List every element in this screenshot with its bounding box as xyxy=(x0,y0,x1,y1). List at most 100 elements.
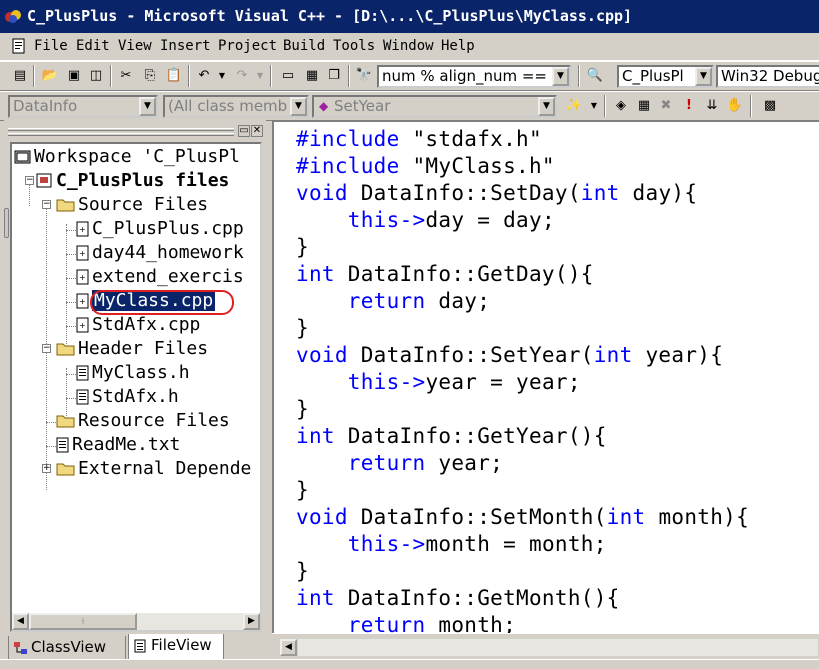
chevron-down-icon[interactable]: ▼ xyxy=(695,67,712,86)
tree-node-workspace[interactable]: Workspace 'C_PlusPl xyxy=(14,146,240,168)
menu-edit[interactable]: Edit xyxy=(76,38,110,54)
tree-node-project[interactable]: C_PlusPlus files xyxy=(36,170,229,192)
dock-grip[interactable] xyxy=(8,128,234,131)
redo-icon[interactable]: ↷ xyxy=(232,66,252,86)
compile-icon[interactable]: ◈ xyxy=(611,96,631,116)
tree-node-source-files[interactable]: Source Files xyxy=(56,194,208,216)
code-line[interactable]: void DataInfo::SetDay(int day){ xyxy=(296,180,749,207)
project-combo[interactable]: C_PlusPl ▼ xyxy=(617,65,714,88)
document-icon[interactable] xyxy=(11,38,27,55)
cut-icon[interactable]: ✂ xyxy=(116,66,136,86)
file-tree: Workspace 'C_PlusPl − C_PlusPlus files −… xyxy=(10,142,262,632)
tree-node-file[interactable]: + C_PlusPlus.cpp xyxy=(76,218,244,240)
window-list-icon[interactable]: ❐ xyxy=(324,66,344,86)
close-icon[interactable]: ✕ xyxy=(251,125,263,137)
scrollbar-thumb[interactable]: ⦙ xyxy=(29,613,137,630)
menu-project[interactable]: Project xyxy=(218,38,277,54)
undo-dropdown-icon[interactable]: ▼ xyxy=(212,66,232,86)
code-line[interactable]: } xyxy=(296,396,749,423)
code-line[interactable]: this->day = day; xyxy=(296,207,749,234)
chevron-down-icon[interactable]: ▼ xyxy=(538,97,555,116)
scroll-right-icon[interactable]: ▶ xyxy=(243,613,260,630)
expand-icon[interactable]: + xyxy=(42,464,51,473)
copy-icon[interactable]: ⎘ xyxy=(140,66,160,86)
code-line[interactable]: } xyxy=(296,477,749,504)
code-line[interactable]: void DataInfo::SetYear(int year){ xyxy=(296,342,749,369)
cpp-file-icon: + xyxy=(76,269,89,285)
wizard-dropdown-icon[interactable]: ▼ xyxy=(584,96,604,116)
chevron-down-icon[interactable]: ▼ xyxy=(139,97,156,116)
code-line[interactable]: this->month = month; xyxy=(296,531,749,558)
code-line[interactable]: #include "MyClass.h" xyxy=(296,153,749,180)
tree-node-file[interactable]: + day44_homework xyxy=(76,242,244,264)
code-line[interactable]: } xyxy=(296,315,749,342)
code-line[interactable]: return day; xyxy=(296,288,749,315)
class-combo[interactable]: DataInfo ▼ xyxy=(8,95,158,118)
code-line[interactable]: this->year = year; xyxy=(296,369,749,396)
tab-fileview[interactable]: FileView xyxy=(128,634,224,660)
tree-node-file[interactable]: + StdAfx.cpp xyxy=(76,314,200,336)
paste-icon[interactable]: 📋 xyxy=(164,66,184,86)
undo-icon[interactable]: ↶ xyxy=(194,66,214,86)
menu-tools[interactable]: Tools xyxy=(333,38,375,54)
splitter-marker[interactable] xyxy=(4,208,9,238)
tree-node-file[interactable]: MyClass.h xyxy=(76,362,190,384)
code-line[interactable]: return month; xyxy=(296,612,749,633)
config-combo[interactable]: Win32 Debug xyxy=(716,65,819,88)
code-line[interactable]: int DataInfo::GetDay(){ xyxy=(296,261,749,288)
collapse-icon[interactable]: − xyxy=(42,344,51,353)
code-editor[interactable]: #include "stdafx.h" #include "MyClass.h" v… xyxy=(272,120,819,633)
scroll-left-icon[interactable]: ◀ xyxy=(12,613,29,630)
tree-node-file[interactable]: + extend_exercis xyxy=(76,266,244,288)
menu-build[interactable]: Build xyxy=(283,38,325,54)
tree-node-resource-files[interactable]: Resource Files xyxy=(56,410,230,432)
scrollbar-track[interactable] xyxy=(298,639,818,656)
redo-dropdown-icon[interactable]: ▼ xyxy=(250,66,270,86)
collapse-icon[interactable]: − xyxy=(42,200,51,209)
menu-file[interactable]: File xyxy=(34,38,68,54)
menu-insert[interactable]: Insert xyxy=(160,38,211,54)
tree-node-external-dependencies[interactable]: External Depende xyxy=(56,458,251,480)
find-combo[interactable]: num % align_num == 0 ▼ xyxy=(377,65,571,88)
search-icon[interactable]: 🔍 xyxy=(585,66,605,86)
class-wizard-icon[interactable]: ▩ xyxy=(760,96,780,116)
build-icon[interactable]: ▦ xyxy=(634,96,654,116)
tab-classview[interactable]: ClassView xyxy=(8,636,126,660)
save-icon[interactable]: ▣ xyxy=(64,66,84,86)
collapse-icon[interactable]: − xyxy=(25,176,34,185)
tree-node-file[interactable]: StdAfx.h xyxy=(76,386,179,408)
tree-node-file[interactable]: ReadMe.txt xyxy=(56,434,180,456)
workspace-window-icon[interactable]: ▭ xyxy=(278,66,298,86)
code-line[interactable]: int DataInfo::GetYear(){ xyxy=(296,423,749,450)
go-icon[interactable]: ⇊ xyxy=(702,96,722,116)
code-text[interactable]: #include "stdafx.h" #include "MyClass.h" v… xyxy=(296,126,749,633)
wizard-action-icon[interactable]: ✨ xyxy=(564,96,584,116)
minimize-icon[interactable]: ▭ xyxy=(238,125,250,137)
menu-view[interactable]: View xyxy=(118,38,152,54)
breakpoint-hand-icon[interactable]: ✋ xyxy=(725,96,745,116)
code-line[interactable]: int DataInfo::GetMonth(){ xyxy=(296,585,749,612)
chevron-down-icon[interactable]: ▼ xyxy=(290,97,307,116)
scroll-left-icon[interactable]: ◀ xyxy=(280,639,297,656)
code-line[interactable]: return year; xyxy=(296,450,749,477)
code-line[interactable]: #include "stdafx.h" xyxy=(296,126,749,153)
menu-window[interactable]: Window xyxy=(383,38,434,54)
menu-help[interactable]: Help xyxy=(441,38,475,54)
new-file-icon[interactable]: ▤ xyxy=(10,66,30,86)
code-line[interactable]: } xyxy=(296,234,749,261)
tree-node-header-files[interactable]: Header Files xyxy=(56,338,208,360)
dock-grip[interactable] xyxy=(8,133,234,136)
filter-combo[interactable]: (All class memb ▼ xyxy=(163,95,309,118)
chevron-down-icon[interactable]: ▼ xyxy=(552,67,569,86)
output-window-icon[interactable]: ▦ xyxy=(302,66,322,86)
code-line[interactable]: } xyxy=(296,558,749,585)
open-folder-icon[interactable]: 📂 xyxy=(40,66,60,86)
code-line[interactable]: void DataInfo::SetMonth(int month){ xyxy=(296,504,749,531)
tree-horizontal-scrollbar[interactable]: ◀ ⦙ ▶ xyxy=(12,613,260,630)
editor-horizontal-scrollbar[interactable]: ◀ xyxy=(272,633,819,659)
member-combo[interactable]: ◆ SetYear ▼ xyxy=(312,95,557,118)
find-in-files-icon[interactable]: 🔭 xyxy=(354,66,374,86)
stop-build-icon[interactable]: ✖ xyxy=(656,96,676,116)
save-all-icon[interactable]: ◫ xyxy=(86,66,106,86)
execute-icon[interactable]: ! xyxy=(679,96,699,116)
